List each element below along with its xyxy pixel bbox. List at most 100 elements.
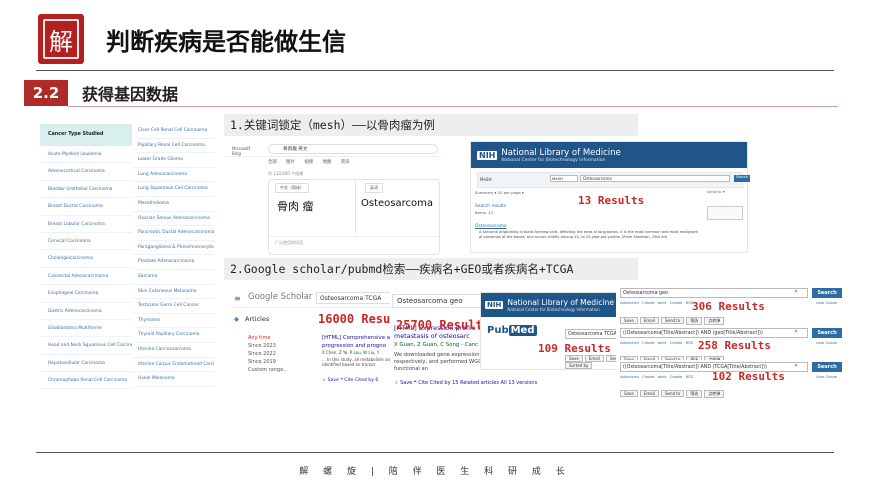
cancer-type-item[interactable]: Paraganglioma & Pheochromocytoma: [134, 241, 214, 256]
cancer-type-item[interactable]: Esophageal Carcinoma: [40, 285, 132, 303]
db-select[interactable]: MeSH: [550, 175, 578, 182]
menu-icon[interactable]: ≡: [234, 294, 241, 303]
cancer-type-item[interactable]: Papillary Renal Cell Carcinoma: [134, 139, 214, 154]
pubmed-links-1[interactable]: Advanced Create alert Create RSS: [620, 300, 693, 305]
pubmed-logo: Pub Med: [487, 325, 537, 336]
pubmed-search-button-2[interactable]: Search: [812, 328, 842, 338]
toolbar-button[interactable]: Email: [639, 390, 659, 397]
cancer-type-item[interactable]: Breast Lobular Carcinoma: [40, 216, 132, 233]
pubmed-input-2[interactable]: ((Osteosarcoma[Title/Abstract]) AND (geo…: [620, 328, 808, 338]
toolbar-button[interactable]: Save: [620, 317, 638, 324]
header-divider: [36, 70, 834, 71]
cancer-type-item[interactable]: Uterine Carcinosarcoma: [134, 343, 214, 358]
cancer-type-item[interactable]: Glioblastoma Multiforme: [40, 320, 132, 338]
toolbar-button[interactable]: Email: [639, 317, 659, 324]
scholar-search-input[interactable]: Osteosarcoma TCGA: [316, 292, 400, 304]
nlm-title: National Library of Medicine: [501, 147, 621, 158]
user-guide-link-2[interactable]: User Guide: [816, 340, 837, 345]
cancer-type-item[interactable]: Pancreatic Ductal Adenocarcinoma: [134, 226, 214, 241]
footer-divider: [36, 452, 834, 453]
cancer-type-item[interactable]: Head and Neck Squamous Cell Carcinoma: [40, 337, 132, 355]
pubmed-links-3[interactable]: Advanced Create alert Create RSS: [620, 374, 693, 379]
send-to-button[interactable]: Send to: ▾: [707, 190, 743, 194]
cancer-type-item[interactable]: Prostate Adenocarcinoma: [134, 255, 214, 270]
pubmed-results-count-2: 258 Results: [698, 339, 771, 352]
toolbar-button[interactable]: Send to: [660, 317, 685, 324]
scholar-result-actions[interactable]: ☆ Save ❝ Cite Cited by 6: [322, 378, 378, 383]
articles-filter[interactable]: ◆ Articles: [234, 315, 269, 323]
year-filter-item[interactable]: Custom range...: [248, 366, 288, 374]
toolbar-button[interactable]: Sorted by: [565, 362, 593, 369]
cancer-type-item[interactable]: Bladder Urothelial Carcinoma: [40, 181, 132, 199]
toolbar-button[interactable]: Save: [565, 355, 583, 362]
toolbar-button[interactable]: 点转弹: [704, 390, 725, 398]
bing-search-input[interactable]: 骨肉瘤 英文: [268, 144, 438, 154]
pubmed-links-2[interactable]: Advanced Create alert Create RSS: [620, 340, 693, 345]
toolbar-button[interactable]: 点转弹: [704, 317, 725, 325]
cancer-type-item[interactable]: Testicular Germ Cell Cancer: [134, 299, 214, 314]
cancer-type-item[interactable]: Adrenocortical Carcinoma: [40, 163, 132, 181]
cancer-type-item[interactable]: Mesothelioma: [134, 197, 214, 212]
cancer-type-item[interactable]: Gastric Adenocarcinoma: [40, 303, 132, 320]
cancer-type-item[interactable]: Chromophobe Renal Cell Carcinoma: [40, 372, 132, 390]
mesh-search-button[interactable]: Search: [734, 175, 750, 182]
cancer-type-item[interactable]: Lung Squamous Cell Carcinoma: [134, 182, 214, 197]
cancer-type-item[interactable]: Uveal Melanoma: [134, 372, 214, 387]
page-title: 判断疾病是否能做生信: [106, 28, 346, 56]
clear-icon[interactable]: ✕: [794, 363, 798, 369]
cancer-type-item[interactable]: Cervical Carcinoma: [40, 233, 132, 251]
mesh-search-row: MeSH MeSH Osteosarcoma Search: [477, 172, 750, 188]
cancer-type-item[interactable]: Thyroid Papillary Carcinoma: [134, 328, 214, 343]
cancer-type-item[interactable]: Lower Grade Glioma: [134, 153, 214, 168]
cancer-type-item[interactable]: Acute Myeloid Leukemia: [40, 146, 132, 164]
toolbar-button[interactable]: 筛选: [686, 317, 703, 325]
cancer-type-item[interactable]: Sarcoma: [134, 270, 214, 285]
nih2-logo: NIH: [485, 301, 504, 309]
items-count: Items: 13: [475, 210, 493, 215]
year-filter-item[interactable]: Since 2019: [248, 358, 288, 366]
year-filter-item[interactable]: Any time: [248, 334, 288, 342]
cancer-type-item[interactable]: Clear Cell Renal Cell Carcinoma: [134, 124, 214, 139]
pubmed-search-button-3[interactable]: Search: [812, 362, 842, 372]
cancer-type-item[interactable]: Breast Ductal Carcinoma: [40, 198, 132, 216]
year-filter-item[interactable]: Since 2023: [248, 342, 288, 350]
user-guide-link-1[interactable]: User Guide: [816, 300, 837, 305]
nlm-header: NIH National Library of Medicine Nationa…: [471, 142, 747, 168]
bing-tabs[interactable]: 全部 图片 视频 地图 资讯: [268, 159, 350, 165]
pubmed-input-1[interactable]: Osteosarcoma geo: [620, 288, 808, 298]
toolbar-button[interactable]: Save: [620, 390, 638, 397]
toolbar-button[interactable]: 筛选: [686, 390, 703, 398]
hit-title-link[interactable]: Osteosarcoma: [475, 224, 507, 229]
section-number: 2.2: [24, 80, 68, 106]
toolbar-button[interactable]: Send to: [660, 390, 685, 397]
clear-icon[interactable]: ✕: [794, 329, 798, 335]
pubmed-search-button-1[interactable]: Search: [812, 288, 842, 298]
pubmed-results-count-3: 102 Results: [712, 370, 785, 383]
cancer-type-item[interactable]: Thymoma: [134, 314, 214, 329]
scholar-result-title[interactable]: [HTML] Comprehensive an progression and …: [322, 334, 398, 350]
mesh-search-input[interactable]: Osteosarcoma: [580, 175, 730, 182]
cancer-type-item[interactable]: Uterine Corpus Endometrioid Carcinoma: [134, 358, 214, 373]
geo-result-actions[interactable]: ☆ Save ❝ Cite Cited by 15 Related articl…: [394, 380, 537, 386]
clear-icon[interactable]: ✕: [794, 289, 798, 295]
search-results-label: Search results: [475, 204, 507, 209]
cancer-type-item[interactable]: Cholangiocarcinoma: [40, 250, 132, 268]
cancer-type-item[interactable]: Lung Adenocarcinoma: [134, 168, 214, 183]
send-to-panel: Send to: ▾: [707, 190, 743, 220]
source-lang-select[interactable]: 中文（简体）: [275, 183, 309, 193]
cancer-type-item[interactable]: Skin Cutaneous Melanoma: [134, 285, 214, 300]
user-guide-link-3[interactable]: User Guide: [816, 374, 837, 379]
summary-control[interactable]: Summary ▾ 20 per page ▾: [475, 190, 524, 195]
toolbar-button[interactable]: Email: [584, 355, 604, 362]
cancer-type-item[interactable]: Ovarian Serous Adenocarcinoma: [134, 212, 214, 227]
scholar-header: ≡ Google Scholar Osteosarcoma TCGA: [230, 288, 400, 308]
cancer-type-item[interactable]: Hepatocellular Carcinoma: [40, 355, 132, 373]
source-text[interactable]: 骨肉 瘤: [277, 198, 314, 214]
scholar-logo: Google Scholar: [248, 292, 313, 302]
geo-search-input[interactable]: Osteosarcoma geo: [392, 294, 488, 308]
bing-brand: Microsoft Bing: [232, 146, 251, 156]
year-filter-item[interactable]: Since 2022: [248, 350, 288, 358]
cancer-type-item[interactable]: Colorectal Adenocarcinoma: [40, 268, 132, 286]
target-lang-select[interactable]: 英语: [365, 183, 383, 193]
search-builder-box: [707, 206, 743, 220]
